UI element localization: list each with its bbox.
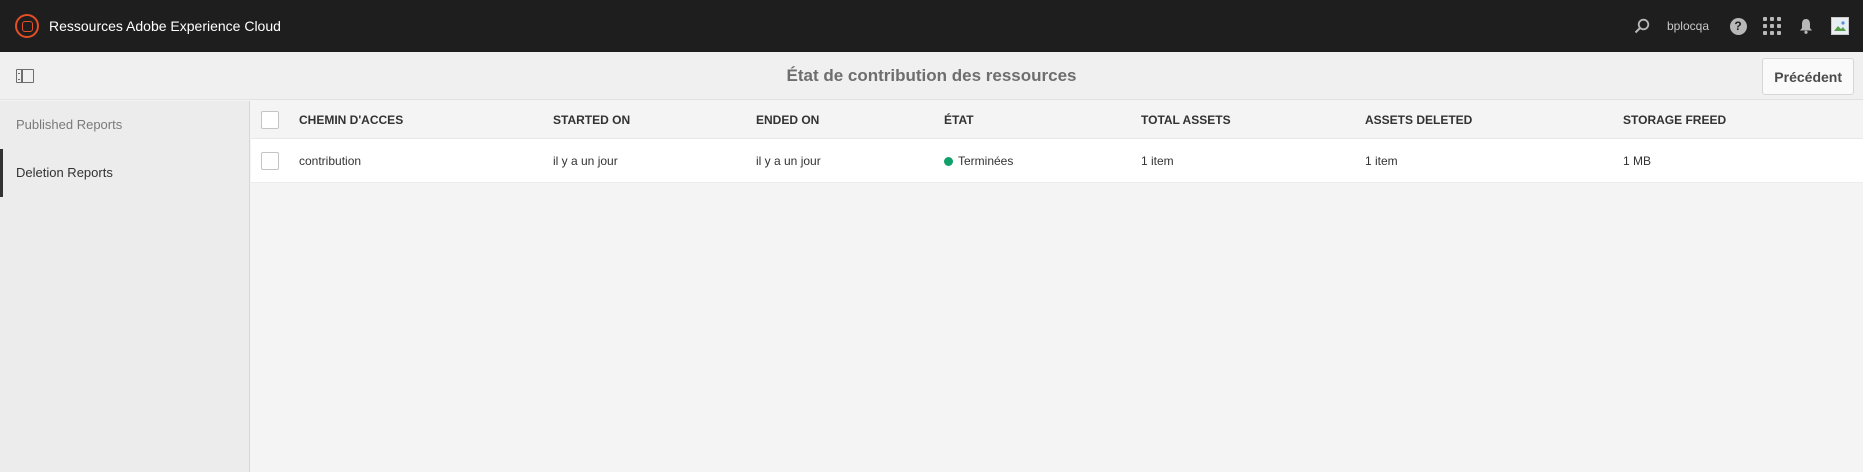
column-header-started[interactable]: STARTED ON: [553, 113, 630, 127]
help-icon[interactable]: ?: [1721, 0, 1755, 52]
row-checkbox[interactable]: [261, 151, 279, 170]
column-header-storage-freed[interactable]: STORAGE FREED: [1623, 113, 1726, 127]
page-title: État de contribution des ressources: [786, 66, 1077, 85]
rail-item-published-reports[interactable]: Published Reports: [0, 101, 249, 149]
column-header-path[interactable]: CHEMIN D'ACCES: [299, 113, 403, 127]
cell-path: contribution: [299, 153, 362, 168]
action-bar: État de contribution des ressources Préc…: [0, 52, 1863, 100]
brand[interactable]: Ressources Adobe Experience Cloud: [15, 14, 281, 38]
shell-title: Ressources Adobe Experience Cloud: [49, 18, 281, 34]
cell-started: il y a un jour: [553, 153, 618, 168]
cell-assets-deleted: 1 item: [1365, 153, 1398, 168]
column-header-assets-deleted[interactable]: ASSETS DELETED: [1365, 113, 1472, 127]
apps-icon[interactable]: [1755, 0, 1789, 52]
avatar[interactable]: [1823, 0, 1857, 52]
cell-total-assets: 1 item: [1141, 153, 1174, 168]
cell-status: Terminées: [944, 154, 1013, 168]
back-button[interactable]: Précédent: [1762, 58, 1854, 95]
column-header-total-assets[interactable]: TOTAL ASSETS: [1141, 113, 1231, 127]
status-dot-icon: [944, 156, 953, 166]
shell-header: Ressources Adobe Experience Cloud bplocq…: [0, 0, 1863, 52]
bell-icon[interactable]: [1789, 0, 1823, 52]
left-rail: Published Reports Deletion Reports: [0, 101, 250, 472]
column-header-ended[interactable]: ENDED ON: [756, 113, 819, 127]
column-header-status[interactable]: ÉTAT: [944, 113, 974, 127]
help-glyph: ?: [1729, 17, 1747, 35]
status-label: Terminées: [958, 153, 1014, 168]
shell-actions: bplocqa ?: [1625, 0, 1863, 52]
cell-ended: il y a un jour: [756, 153, 821, 168]
reports-table: CHEMIN D'ACCES STARTED ON ENDED ON ÉTAT …: [251, 101, 1863, 183]
avatar-image: [1831, 17, 1849, 35]
table-row[interactable]: contribution il y a un jour il y a un jo…: [251, 139, 1863, 183]
select-all-checkbox[interactable]: [261, 110, 279, 129]
rail-item-deletion-reports[interactable]: Deletion Reports: [0, 149, 249, 197]
table-header: CHEMIN D'ACCES STARTED ON ENDED ON ÉTAT …: [251, 101, 1863, 139]
adobe-experience-cloud-logo-icon: [15, 14, 39, 38]
cell-storage-freed: 1 MB: [1623, 153, 1652, 168]
search-icon[interactable]: [1625, 0, 1659, 52]
user-name[interactable]: bplocqa: [1667, 19, 1709, 33]
